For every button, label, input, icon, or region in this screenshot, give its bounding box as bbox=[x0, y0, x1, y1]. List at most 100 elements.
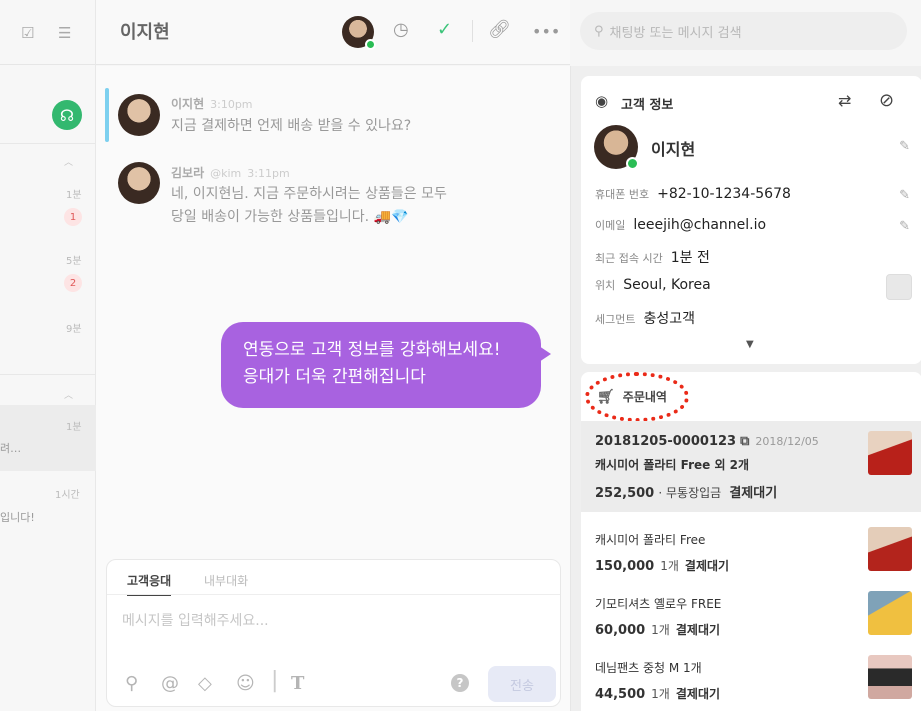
item-price: 150,000 bbox=[595, 559, 655, 574]
field-label: 위치 bbox=[595, 279, 616, 292]
order-id-row: 20181205-0000123 ⧉ 2018/12/05 bbox=[595, 434, 819, 449]
field-label: 이메일 bbox=[595, 219, 626, 232]
chat-list-panel: ☑ ☰ ☊ ︿ 1분 1 5분 2 9분 ︿ 1분 려… 1시간 입니다! bbox=[0, 0, 96, 711]
order-item[interactable]: 기모티셔츠 옐로우 FREE 60,000 1개 결제대기 bbox=[581, 585, 921, 649]
promo-line: 응대가 더욱 간편해집니다 bbox=[243, 367, 426, 387]
avatar[interactable] bbox=[118, 94, 160, 136]
message-line: 당일 배송이 가능한 상품들입니다. 🚚💎 bbox=[171, 209, 409, 225]
order-date: 2018/12/05 bbox=[755, 435, 819, 448]
item-price: 60,000 bbox=[595, 623, 646, 638]
chat-time: 1분 bbox=[66, 190, 82, 201]
sender-name: 김보라 bbox=[171, 166, 205, 180]
order-item[interactable]: 데님팬츠 중청 M 1개 44,500 1개 결제대기 bbox=[581, 649, 921, 711]
item-price-row: 44,500 1개 결제대기 bbox=[595, 685, 720, 702]
avatar[interactable] bbox=[342, 16, 376, 50]
promo-line: 연동으로 고객 정보를 강화해보세요! bbox=[243, 340, 501, 360]
section-title: 고객 정보 bbox=[621, 98, 674, 113]
promo-bubble: 연동으로 고객 정보를 강화해보세요! 응대가 더욱 간편해집니다 bbox=[221, 322, 551, 408]
unread-badge: 1 bbox=[64, 208, 82, 226]
item-status: 결제대기 bbox=[675, 687, 721, 701]
search-input[interactable]: ⚲ 채팅방 또는 메시지 검색 bbox=[580, 12, 907, 50]
link-icon[interactable]: 🔗︎ bbox=[488, 19, 511, 40]
order-title: 캐시미어 폴라티 Free 외 2개 bbox=[595, 458, 750, 472]
message-input[interactable]: 메시지를 입력해주세요... bbox=[122, 610, 269, 630]
product-image bbox=[868, 431, 912, 475]
item-qty: 1개 bbox=[651, 623, 670, 637]
message-time: 3:10pm bbox=[210, 98, 253, 111]
item-name: 데님팬츠 중청 M 1개 bbox=[595, 661, 702, 675]
order-header: 🛒︎ 주문내역 bbox=[585, 372, 689, 422]
item-status: 결제대기 bbox=[684, 559, 730, 573]
order-id: 20181205-0000123 bbox=[595, 434, 737, 449]
product-image bbox=[868, 527, 912, 571]
order-summary[interactable]: 20181205-0000123 ⧉ 2018/12/05 캐시미어 폴라티 Fre… bbox=[581, 421, 921, 512]
customer-panel: ◉ 고객 정보 ⇄ ⊘ 이지현 ✎ 휴대폰 번호 +82-10-1234-567… bbox=[570, 66, 921, 711]
block-icon[interactable]: ⊘ bbox=[879, 90, 894, 111]
clock-icon[interactable]: ◷ bbox=[393, 19, 409, 40]
attachment-icon[interactable]: ⚲ bbox=[125, 673, 138, 694]
order-price-row: 252,500 · 무통장입금 결제대기 bbox=[595, 482, 777, 501]
tab-internal[interactable]: 내부대화 bbox=[204, 572, 248, 589]
chat-list-toolbar: ☑ ☰ bbox=[0, 0, 95, 65]
send-button[interactable]: 전송 bbox=[488, 666, 556, 702]
field-value: 1분 전 bbox=[670, 250, 710, 266]
headset-icon[interactable]: ☊ bbox=[52, 100, 82, 130]
tab-customer[interactable]: 고객응대 bbox=[127, 572, 172, 596]
chat-title: 이지현 bbox=[120, 22, 170, 43]
edit-icon[interactable]: ✎ bbox=[899, 219, 910, 234]
field-value: 충성고객 bbox=[643, 311, 696, 327]
chat-time: 1시간 bbox=[55, 490, 80, 501]
chat-snippet: 려… bbox=[0, 442, 22, 455]
item-qty: 1개 bbox=[651, 687, 670, 701]
item-qty: 1개 bbox=[660, 559, 679, 573]
online-indicator bbox=[626, 157, 639, 170]
avatar[interactable] bbox=[594, 125, 639, 170]
unread-badge: 2 bbox=[64, 274, 82, 292]
customer-name: 이지현 bbox=[651, 140, 696, 159]
payment-method: · 무통장입금 bbox=[658, 486, 722, 500]
message-text: 지금 결제하면 언제 배송 받을 수 있나요? bbox=[171, 118, 412, 134]
emoji-icon[interactable]: ☺ bbox=[236, 673, 255, 694]
online-indicator bbox=[365, 39, 376, 50]
caret-down-icon[interactable]: ▼ bbox=[746, 339, 754, 350]
divider bbox=[107, 594, 560, 595]
divider bbox=[0, 143, 96, 144]
field-value[interactable]: leeejih@channel.io bbox=[633, 217, 766, 233]
field-phone: 휴대폰 번호 +82-10-1234-5678 bbox=[595, 186, 791, 202]
message-sender: 김보라 @kim 3:11pm bbox=[171, 164, 290, 181]
chat-area: 이지현 3:10pm 지금 결제하면 언제 배송 받을 수 있나요? 김보라 @ki… bbox=[96, 66, 570, 711]
user-icon: ◉ bbox=[595, 92, 609, 110]
edit-icon[interactable]: ✎ bbox=[899, 139, 910, 154]
item-status: 결제대기 bbox=[675, 623, 721, 637]
mention-icon[interactable]: @ bbox=[161, 673, 179, 694]
item-price: 44,500 bbox=[595, 687, 646, 702]
search-placeholder: 채팅방 또는 메시지 검색 bbox=[609, 25, 742, 41]
help-icon[interactable]: ? bbox=[451, 674, 469, 692]
checkbox-icon[interactable]: ☑ bbox=[21, 24, 34, 42]
chat-time: 1분 bbox=[66, 422, 82, 433]
field-location: 위치 Seoul, Korea bbox=[595, 277, 711, 293]
field-value[interactable]: +82-10-1234-5678 bbox=[657, 186, 791, 202]
sort-icon[interactable]: ☰ bbox=[58, 24, 71, 42]
chat-list-item-selected[interactable] bbox=[0, 405, 96, 471]
order-history-card: 🛒︎ 주문내역 20181205-0000123 ⧉ 2018/12/05 캐시미어… bbox=[581, 372, 921, 711]
edit-icon[interactable]: ✎ bbox=[899, 188, 910, 203]
order-price: 252,500 bbox=[595, 486, 655, 501]
copy-icon[interactable]: ⧉ bbox=[740, 434, 749, 449]
tag-icon[interactable]: ◇ bbox=[198, 673, 212, 694]
chevron-up-icon[interactable]: ︿ bbox=[64, 155, 73, 168]
field-last-seen: 최근 접속 시간 1분 전 bbox=[595, 247, 710, 267]
chevron-up-icon[interactable]: ︿ bbox=[64, 388, 73, 401]
sender-handle: @kim bbox=[210, 167, 242, 180]
more-icon[interactable]: ••• bbox=[532, 22, 560, 41]
check-icon[interactable]: ✓ bbox=[437, 19, 452, 40]
text-format-icon[interactable]: T bbox=[291, 673, 304, 694]
highlight-circle bbox=[585, 372, 689, 422]
field-label: 세그먼트 bbox=[595, 313, 636, 326]
avatar[interactable] bbox=[118, 162, 160, 204]
swap-icon[interactable]: ⇄ bbox=[838, 91, 851, 110]
map-thumbnail[interactable] bbox=[886, 274, 912, 300]
sender-name: 이지현 bbox=[171, 97, 205, 111]
item-name: 캐시미어 폴라티 Free bbox=[595, 533, 706, 547]
order-item[interactable]: 캐시미어 폴라티 Free 150,000 1개 결제대기 bbox=[581, 521, 921, 585]
